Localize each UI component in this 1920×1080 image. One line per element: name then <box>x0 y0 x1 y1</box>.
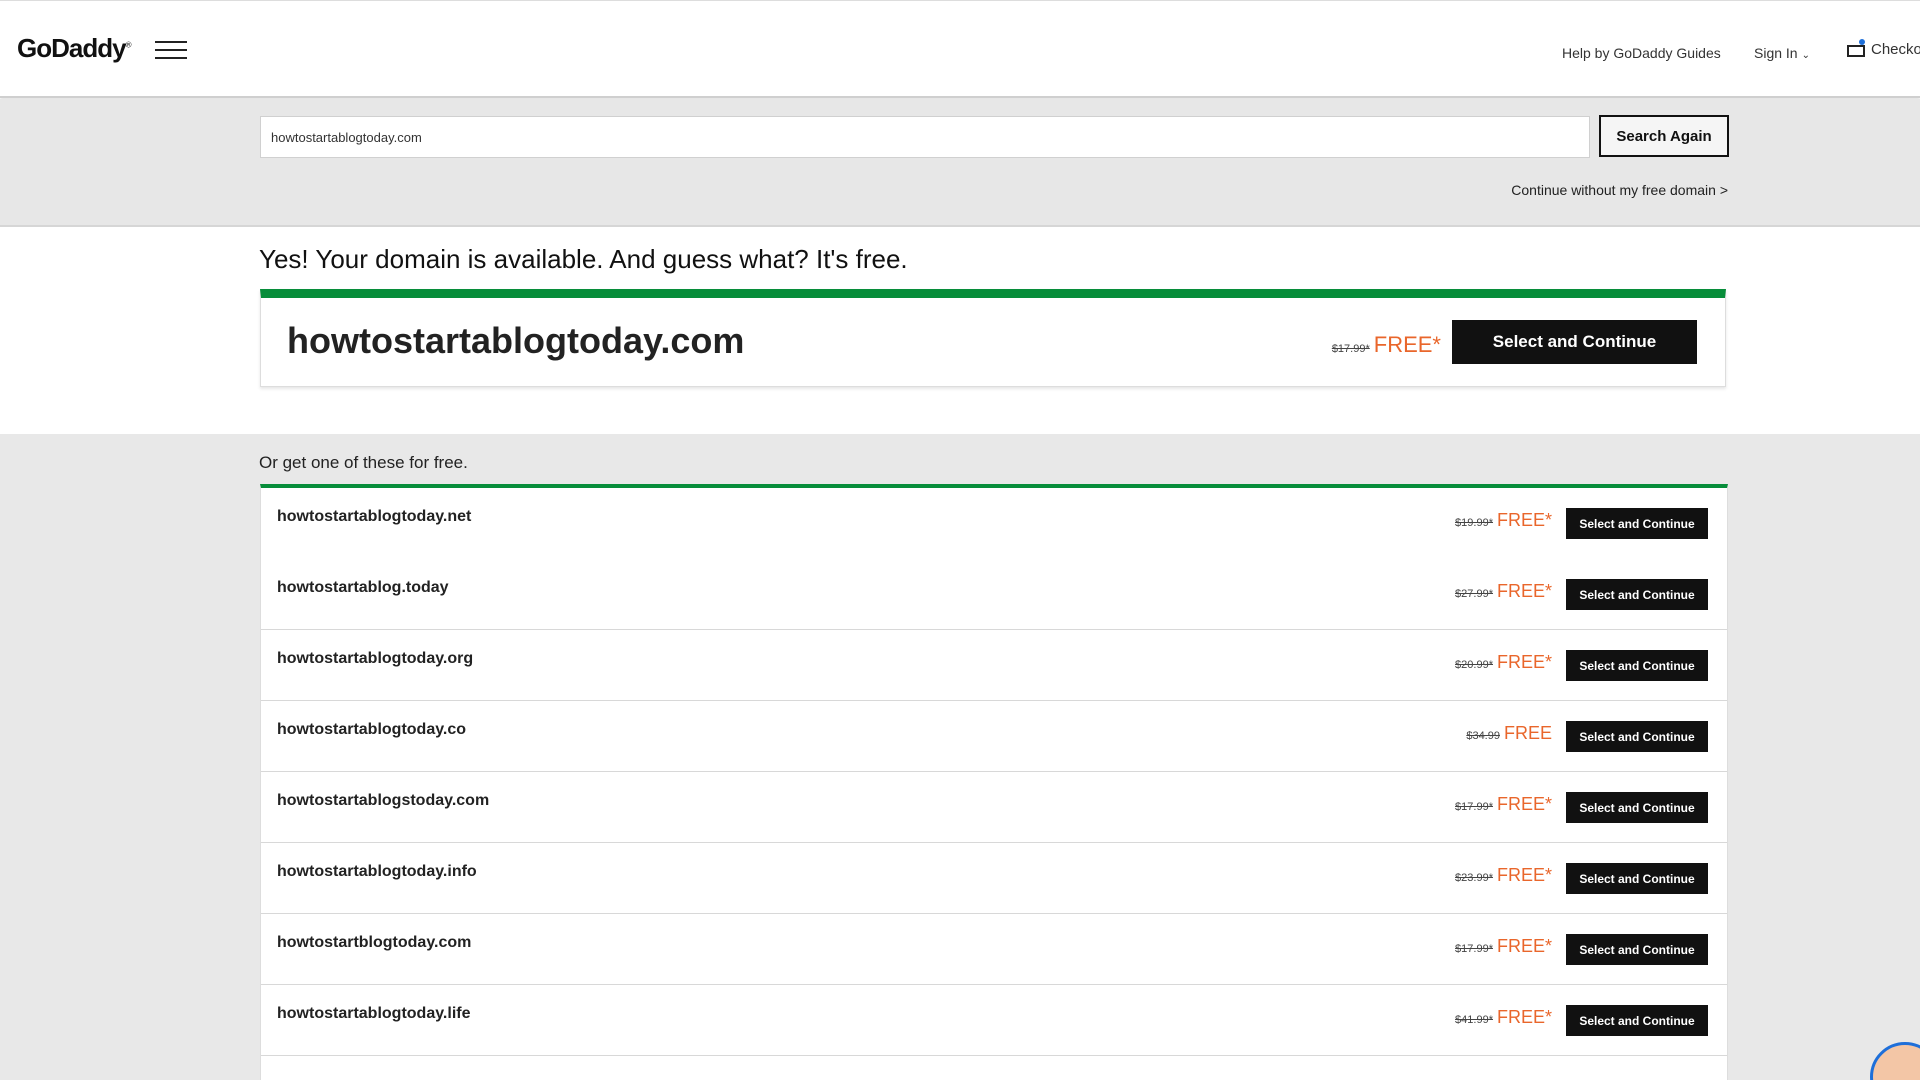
list-item: howtostartablogtoday.co $34.99 FREE Selec… <box>261 701 1727 772</box>
cart-icon <box>1843 39 1865 61</box>
alt-price: $27.99* FREE* <box>1455 581 1552 602</box>
checkout-label: Checko <box>1871 40 1920 58</box>
select-and-continue-button[interactable]: Select and Continue <box>1566 579 1708 610</box>
select-and-continue-button[interactable]: Select and Continue <box>1566 792 1708 823</box>
list-item: howtostartablogtoday.life $41.99* FREE* S… <box>261 985 1727 1056</box>
sign-in-label: Sign In <box>1754 45 1798 61</box>
old-price: $41.99* <box>1455 1014 1493 1026</box>
alt-price: $17.99* FREE* <box>1455 794 1552 815</box>
logo-text: GoDaddy <box>17 33 127 63</box>
old-price: $34.99 <box>1466 730 1500 742</box>
alt-price: $34.99 FREE <box>1466 723 1552 744</box>
available-domain-card: howtostartablogtoday.com $17.99* FREE* Se… <box>260 289 1726 387</box>
free-label: FREE <box>1503 723 1552 743</box>
old-price: $23.99* <box>1455 872 1493 884</box>
list-item: howtostartablogtoday.org $20.99* FREE* Se… <box>261 630 1727 701</box>
search-again-button[interactable]: Search Again <box>1599 115 1729 157</box>
select-and-continue-button[interactable]: Select and Continue <box>1452 320 1697 364</box>
continue-without-domain-link[interactable]: Continue without my free domain > <box>1511 182 1728 198</box>
chevron-down-icon: ⌄ <box>1801 50 1810 61</box>
old-price: $17.99* <box>1455 801 1493 813</box>
select-and-continue-button[interactable]: Select and Continue <box>1566 721 1708 752</box>
free-label: FREE* <box>1496 865 1552 885</box>
available-domain-name: howtostartablogtoday.com <box>287 320 745 361</box>
available-price: $17.99* FREE* <box>1332 332 1441 358</box>
alt-domain-name: howtostartablogtoday.info <box>277 863 477 880</box>
sign-in-dropdown[interactable]: Sign In ⌄ <box>1754 45 1810 61</box>
list-item: howtostartablogstoday.com $17.99* FREE* S… <box>261 772 1727 843</box>
alt-domain-name: howtostartblogtoday.com <box>277 934 472 951</box>
alt-domain-name: howtostartablogtoday.org <box>277 650 474 667</box>
help-link[interactable]: Help by GoDaddy Guides <box>1562 45 1721 61</box>
alt-domain-name: howtostartablogtoday.net <box>277 508 472 525</box>
availability-heading: Yes! Your domain is available. And guess… <box>259 244 908 274</box>
select-and-continue-button[interactable]: Select and Continue <box>1566 650 1708 681</box>
old-price: $20.99* <box>1455 659 1493 671</box>
godaddy-logo[interactable]: GoDaddy® <box>17 33 132 64</box>
list-item: howtostartablogtoday.net $19.99* FREE* Se… <box>261 488 1727 559</box>
old-price: $27.99* <box>1455 588 1493 600</box>
select-and-continue-button[interactable]: Select and Continue <box>1566 934 1708 965</box>
alt-domain-name: howtostartablogtoday.co <box>277 721 467 738</box>
list-item: howtostartblogtoday.com $17.99* FREE* Sel… <box>261 914 1727 985</box>
alt-domain-name: howtostartablog.today <box>277 579 449 596</box>
hamburger-menu-icon[interactable] <box>155 41 187 61</box>
alt-price: $41.99* FREE* <box>1455 1007 1552 1028</box>
old-price: $19.99* <box>1455 517 1493 529</box>
old-price: $17.99* <box>1455 943 1493 955</box>
select-and-continue-button[interactable]: Select and Continue <box>1566 508 1708 539</box>
search-band: Search Again Continue without my free do… <box>0 99 1920 227</box>
free-label: FREE* <box>1496 936 1552 956</box>
alt-price: $20.99* FREE* <box>1455 652 1552 673</box>
old-price: $17.99* <box>1331 343 1370 355</box>
select-and-continue-button[interactable]: Select and Continue <box>1566 863 1708 894</box>
alt-domain-name: howtostartablogstoday.com <box>277 792 490 809</box>
free-label: FREE* <box>1496 794 1552 814</box>
alternatives-list: howtostartablogtoday.net $19.99* FREE* Se… <box>260 484 1728 1080</box>
list-item: howtostartablog.today $27.99* FREE* Selec… <box>261 559 1727 630</box>
alt-price: $19.99* FREE* <box>1455 510 1552 531</box>
alt-price: $23.99* FREE* <box>1455 865 1552 886</box>
logo-trademark: ® <box>125 40 132 50</box>
free-label: FREE* <box>1373 332 1441 357</box>
select-and-continue-button[interactable]: Select and Continue <box>1566 1005 1708 1036</box>
checkout-link[interactable]: Checko <box>1843 39 1920 61</box>
free-label: FREE* <box>1496 510 1552 530</box>
alt-domain-name: howtostartablogtoday.life <box>277 1005 471 1022</box>
free-label: FREE* <box>1496 581 1552 601</box>
alternatives-heading: Or get one of these for free. <box>259 453 468 472</box>
free-label: FREE* <box>1496 1007 1552 1027</box>
list-item: howtostartablogtoday.info $23.99* FREE* S… <box>261 843 1727 914</box>
alternatives-section: Or get one of these for free. howtostart… <box>0 434 1920 1080</box>
top-header: GoDaddy® Help by GoDaddy Guides Sign In ⌄… <box>0 0 1920 98</box>
domain-search-input[interactable] <box>260 116 1590 158</box>
free-label: FREE* <box>1496 652 1552 672</box>
alt-price: $17.99* FREE* <box>1455 936 1552 957</box>
